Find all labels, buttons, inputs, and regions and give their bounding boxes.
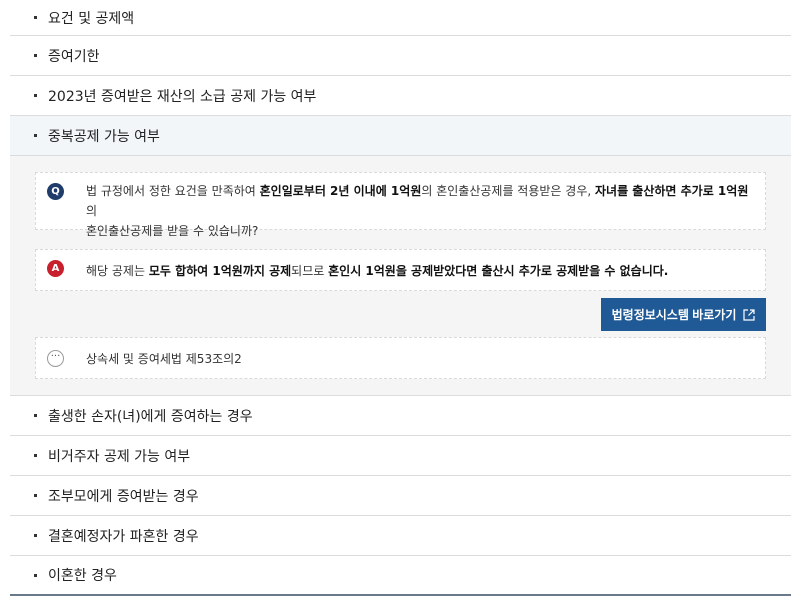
answer-box: A 해당 공제는 모두 합하여 1억원까지 공제되므로 혼인시 1억원을 공제받… [35, 249, 766, 291]
accordion-item-label: 출생한 손자(녀)에게 증여하는 경우 [48, 408, 253, 425]
bullet-icon [34, 494, 37, 497]
bullet-icon [34, 414, 37, 417]
bullet-icon [34, 134, 37, 137]
faq-accordion: 요건 및 공제액 증여기한 2023년 증여받은 재산의 소급 공제 가능 여부… [10, 0, 791, 596]
bullet-icon [34, 16, 37, 19]
answer-badge: A [47, 260, 64, 277]
accordion-item-label: 증여기한 [48, 48, 100, 65]
question-line-2: 혼인출산공제를 받을 수 있습니까? [86, 224, 259, 238]
accordion-item-label: 2023년 증여받은 재산의 소급 공제 가능 여부 [48, 88, 317, 105]
accordion-item-label: 결혼예정자가 파혼한 경우 [48, 528, 199, 545]
bullet-icon [34, 54, 37, 57]
law-button-label: 법령정보시스템 바로가기 [611, 308, 737, 322]
accordion-item-duplicate-deduction[interactable]: 중복공제 가능 여부 [10, 116, 791, 156]
law-reference-box: ··· 상속세 및 증여세법 제53조의2 [35, 337, 766, 379]
law-system-link-button[interactable]: 법령정보시스템 바로가기 [601, 298, 766, 331]
accordion-item-grandchild[interactable]: 출생한 손자(녀)에게 증여하는 경우 [10, 396, 791, 436]
accordion-item-deadline[interactable]: 증여기한 [10, 36, 791, 76]
accordion-item-label: 중복공제 가능 여부 [48, 128, 160, 145]
answer-text: 해당 공제는 모두 합하여 1억원까지 공제되므로 혼인시 1억원을 공제받았다… [86, 264, 669, 278]
accordion-item-label: 이혼한 경우 [48, 568, 117, 584]
law-reference-text: 상속세 및 증여세법 제53조의2 [86, 352, 242, 366]
bullet-icon [34, 454, 37, 457]
question-box: Q 법 규정에서 정한 요건을 만족하여 혼인일로부터 2년 이내에 1억원의 … [35, 172, 766, 238]
external-link-icon [743, 308, 755, 321]
question-line-1: 법 규정에서 정한 요건을 만족하여 혼인일로부터 2년 이내에 1억원의 혼인… [86, 184, 749, 218]
accordion-item-label: 조부모에게 증여받는 경우 [48, 488, 199, 505]
question-badge: Q [47, 183, 64, 200]
bullet-icon [34, 573, 37, 577]
accordion-item-grandparents[interactable]: 조부모에게 증여받는 경우 [10, 476, 791, 516]
accordion-item-requirements[interactable]: 요건 및 공제액 [10, 0, 791, 36]
accordion-item-broken-engagement[interactable]: 결혼예정자가 파혼한 경우 [10, 516, 791, 556]
bullet-icon [34, 94, 37, 97]
accordion-item-nonresident[interactable]: 비거주자 공제 가능 여부 [10, 436, 791, 476]
accordion-item-divorce[interactable]: 이혼한 경우 [10, 556, 791, 596]
accordion-panel: Q 법 규정에서 정한 요건을 만족하여 혼인일로부터 2년 이내에 1억원의 … [10, 156, 791, 396]
accordion-item-retroactive[interactable]: 2023년 증여받은 재산의 소급 공제 가능 여부 [10, 76, 791, 116]
accordion-item-label: 요건 및 공제액 [48, 10, 135, 27]
more-dots-icon: ··· [47, 350, 64, 367]
bullet-icon [34, 534, 37, 537]
accordion-item-label: 비거주자 공제 가능 여부 [48, 448, 191, 465]
